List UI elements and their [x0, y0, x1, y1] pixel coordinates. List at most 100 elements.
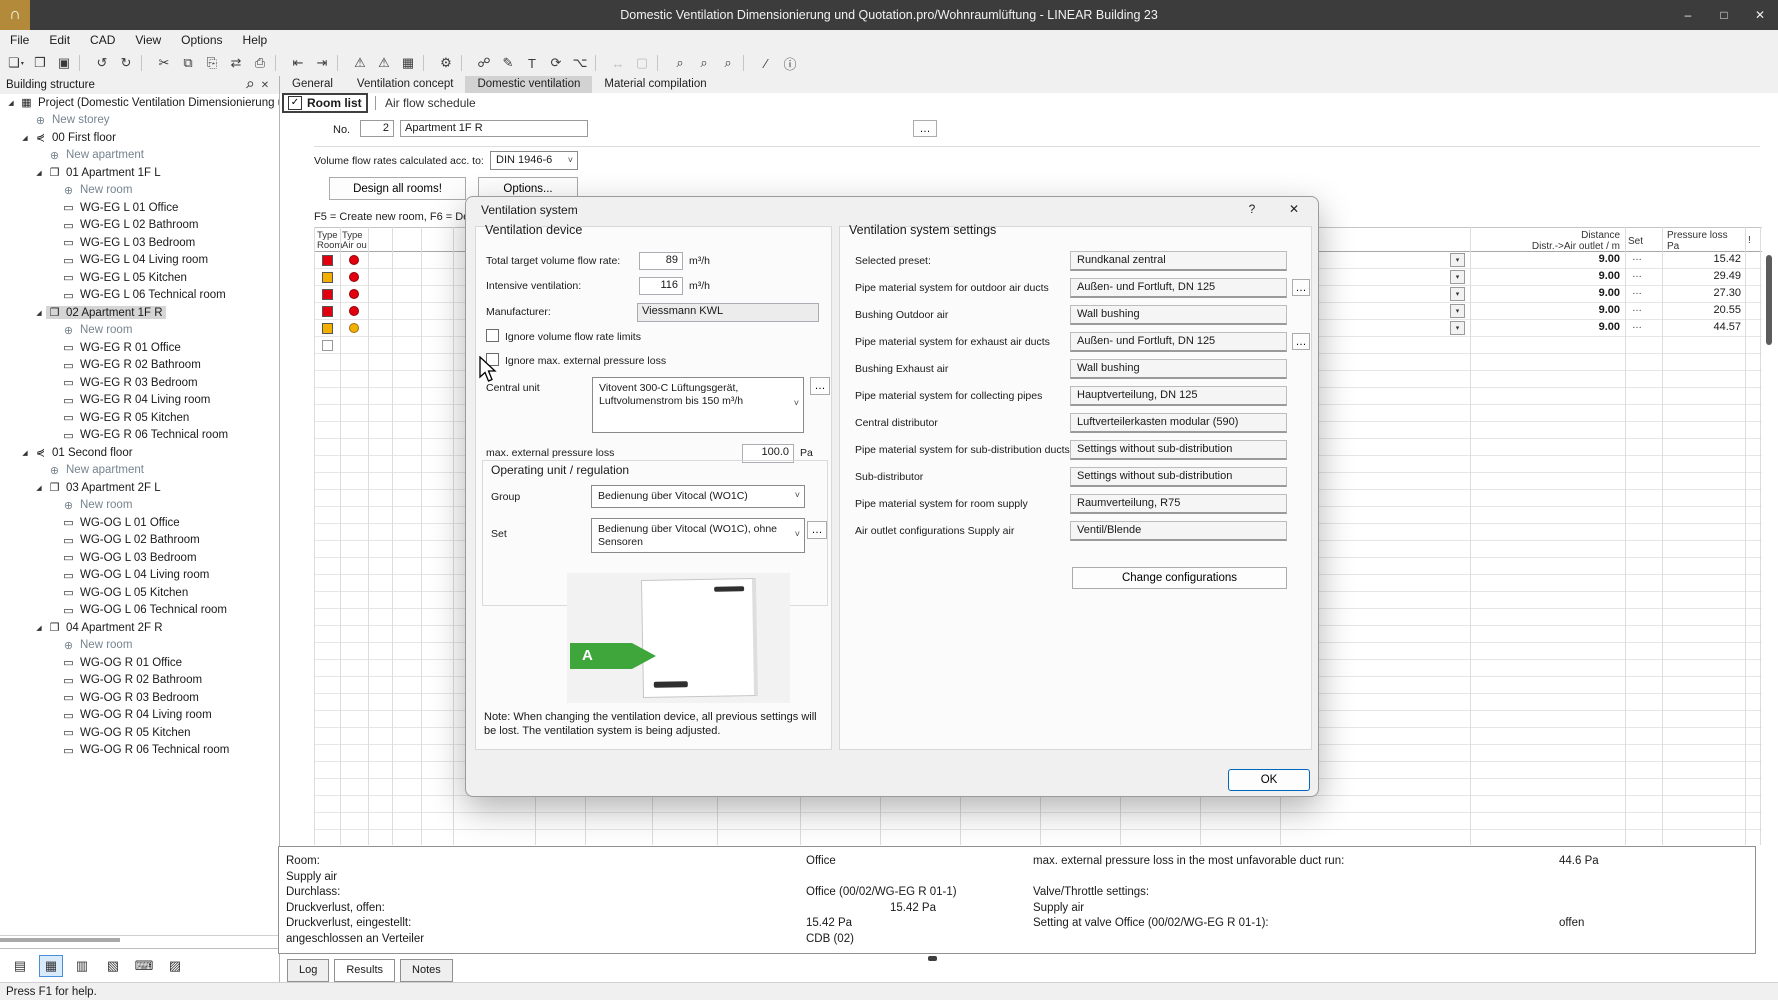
expand-arrow[interactable]: ◢ — [18, 134, 32, 142]
room-type-row[interactable] — [314, 337, 368, 354]
toolbar-button[interactable]: ↻ — [114, 52, 138, 74]
pressure-loss-cell[interactable]: 27.30 — [1665, 287, 1741, 299]
tree-item[interactable]: ▭ WG-OG R 06 Technical room — [0, 742, 279, 760]
dialog-close-button[interactable]: ✕ — [1284, 202, 1304, 216]
tree-item[interactable]: ◢ ▦ Project (Domestic Ventilation Dimens… — [0, 94, 279, 112]
toolbar-button[interactable]: ↺ — [90, 52, 114, 74]
tree-item[interactable]: ◢ ⋞ 00 First floor — [0, 129, 279, 147]
toolbar-button[interactable]: ▣ — [52, 52, 76, 74]
forms-view-icon[interactable]: ▨ — [163, 955, 187, 977]
minimize-button[interactable]: – — [1670, 0, 1706, 30]
set-browse-button[interactable]: … — [807, 521, 827, 539]
expand-arrow[interactable]: ◢ — [32, 484, 46, 492]
keyboard-view-icon[interactable]: ⌨ — [132, 955, 156, 977]
apartment-name-field[interactable]: Apartment 1F R — [400, 120, 588, 137]
distance-cell[interactable]: 9.00 — [1480, 287, 1620, 299]
ignore-flow-limits-checkbox[interactable] — [486, 329, 499, 342]
menu-item[interactable]: File — [0, 33, 39, 47]
room-list-checkbox[interactable]: ✓ — [288, 96, 302, 110]
ok-button[interactable]: OK — [1228, 769, 1310, 791]
expand-arrow[interactable]: ◢ — [4, 99, 18, 107]
tree-item[interactable]: ◢ ❐ 04 Apartment 2F R — [0, 619, 279, 637]
toolbar-button[interactable]: ▦ — [396, 52, 420, 74]
tree-item[interactable]: ▭ WG-OG L 06 Technical room — [0, 602, 279, 620]
tree-item[interactable]: ▭ WG-EG L 01 Office — [0, 199, 279, 217]
expanded-icon[interactable]: ◢ — [36, 310, 41, 317]
toolbar-button[interactable]: ☍ — [472, 52, 496, 74]
toolbar-button[interactable] — [141, 55, 149, 71]
apartment-browse-button[interactable]: … — [913, 120, 937, 137]
main-tab[interactable]: General — [280, 76, 345, 93]
ignore-pressure-loss-label[interactable]: Ignore max. external pressure loss — [505, 355, 666, 367]
main-tab[interactable]: Ventilation concept — [345, 76, 466, 93]
toolbar-button[interactable]: ⇤ — [286, 52, 310, 74]
tree-item[interactable]: ▭ WG-EG L 05 Kitchen — [0, 269, 279, 287]
row-dropdown-button[interactable]: ▾ — [1450, 270, 1465, 284]
bottom-tab[interactable]: Results — [334, 959, 395, 982]
row-dropdown-button[interactable]: ▾ — [1450, 287, 1465, 301]
ignore-flow-limits-label[interactable]: Ignore volume flow rate limits — [505, 331, 641, 343]
room-type-row[interactable] — [314, 303, 368, 320]
bottom-tab[interactable]: Log — [287, 959, 329, 982]
set-cell[interactable]: … — [1626, 320, 1648, 331]
tree-item[interactable]: ◢ ⋞ 01 Second floor — [0, 444, 279, 462]
toolbar-button[interactable]: T — [520, 52, 544, 74]
alert-column-header[interactable]: ! — [1748, 235, 1751, 246]
column-header[interactable]: Room — [317, 240, 342, 251]
table-view-icon[interactable]: ▦ — [39, 955, 63, 977]
tree-item[interactable]: ▭ WG-EG R 02 Bathroom — [0, 357, 279, 375]
toolbar-button[interactable] — [275, 55, 283, 71]
toolbar-button[interactable]: ⚙ — [434, 52, 458, 74]
toolbar-button[interactable] — [423, 55, 431, 71]
tree-item[interactable]: ▭ WG-OG R 03 Bedroom — [0, 689, 279, 707]
toolbar-button[interactable] — [79, 55, 87, 71]
browse-button[interactable]: … — [1292, 333, 1310, 350]
tree-item[interactable]: ▭ WG-OG R 04 Living room — [0, 707, 279, 725]
browse-button[interactable]: … — [1292, 279, 1310, 296]
distance-cell[interactable]: 9.00 — [1480, 253, 1620, 265]
maximize-button[interactable]: □ — [1706, 0, 1742, 30]
tree-item[interactable]: ▭ WG-EG R 01 Office — [0, 339, 279, 357]
close-button[interactable]: ✕ — [1742, 0, 1778, 30]
settings-value-field[interactable]: Rundkanal zentral — [1070, 251, 1287, 271]
central-unit-browse-button[interactable]: … — [810, 377, 830, 395]
tree-item[interactable]: ▭ WG-EG L 04 Living room — [0, 252, 279, 270]
tree-item[interactable]: ⊕ New room — [0, 637, 279, 655]
distance-column-subheader[interactable]: Distr.->Air outlet / m — [1460, 241, 1620, 252]
toolbar-button[interactable]: ⌕ — [692, 52, 716, 74]
tab-room-list[interactable]: ✓ Room list — [282, 93, 368, 113]
tree-item[interactable]: ▭ WG-OG R 05 Kitchen — [0, 724, 279, 742]
expanded-icon[interactable]: ◢ — [36, 625, 41, 632]
distance-cell[interactable]: 9.00 — [1480, 304, 1620, 316]
tree-item[interactable]: ⊕ New room — [0, 497, 279, 515]
pressure-loss-cell[interactable]: 44.57 — [1665, 321, 1741, 333]
toolbar-button[interactable]: ↔ — [606, 52, 630, 74]
pin-icon[interactable]: ⚲ — [239, 75, 258, 94]
expand-arrow[interactable]: ◢ — [32, 169, 46, 177]
set-cell[interactable]: … — [1626, 269, 1648, 280]
row-dropdown-button[interactable]: ▾ — [1450, 253, 1465, 267]
toolbar-button[interactable]: ∕ — [754, 52, 778, 74]
row-dropdown-button[interactable]: ▾ — [1450, 321, 1465, 335]
tab-air-flow-schedule[interactable]: Air flow schedule — [385, 96, 476, 110]
set-cell[interactable]: … — [1626, 286, 1648, 297]
splitter-handle[interactable] — [928, 956, 937, 961]
bottom-tab[interactable]: Notes — [400, 959, 453, 982]
toolbar-button[interactable]: ⎙ — [248, 52, 272, 74]
manufacturer-field[interactable]: Viessmann KWL — [637, 303, 819, 322]
intensive-field[interactable]: 116 — [639, 277, 683, 295]
settings-value-field[interactable]: Wall bushing — [1070, 305, 1287, 325]
toolbar-button[interactable] — [657, 55, 665, 71]
toolbar-button[interactable]: ⟳ — [544, 52, 568, 74]
tree-horizontal-scrollbar[interactable] — [0, 935, 279, 943]
change-configurations-button[interactable]: Change configurations — [1072, 567, 1287, 589]
expand-arrow[interactable]: ◢ — [32, 624, 46, 632]
expanded-icon[interactable]: ◢ — [36, 170, 41, 177]
tree-item[interactable]: ◢ ❐ 03 Apartment 2F L — [0, 479, 279, 497]
settings-value-field[interactable]: Ventil/Blende — [1070, 521, 1287, 541]
group-select[interactable]: Bedienung über Vitocal (WO1C) ˅ — [591, 485, 805, 508]
pressure-loss-cell[interactable]: 15.42 — [1665, 253, 1741, 265]
toolbar-button[interactable]: ⧉ — [176, 52, 200, 74]
set-cell[interactable]: … — [1626, 303, 1648, 314]
tree-item[interactable]: ◢ ❐ 02 Apartment 1F R — [0, 304, 279, 322]
